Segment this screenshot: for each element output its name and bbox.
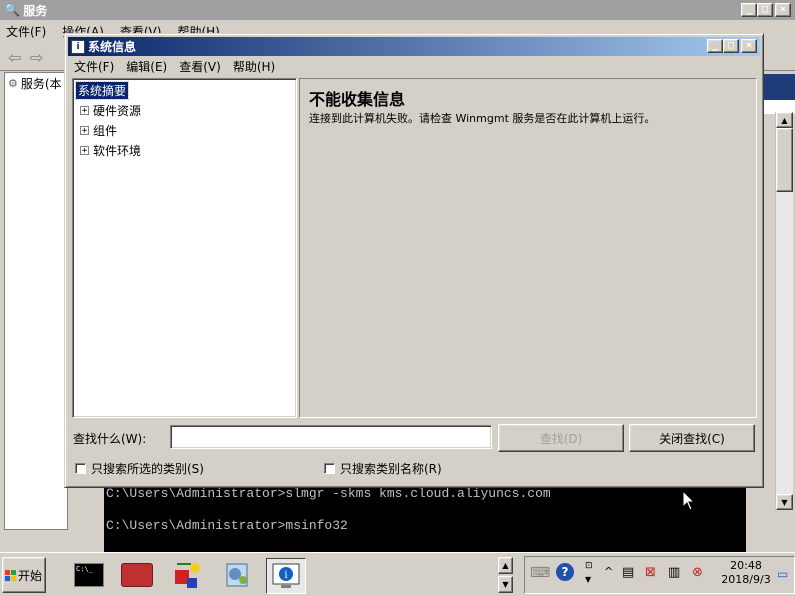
close-find-button[interactable]: 关闭查找(C) [629,424,755,452]
scroll-down-arrow-icon[interactable]: ▼ [776,494,793,510]
find-button[interactable]: 查找(D) [498,424,624,452]
taskbar-scroll-up-icon[interactable]: ▲ [498,557,513,574]
system-info-window: i 系统信息 _ □ × 文件(F) 编辑(E) 查看(V) 帮助(H) 系统摘… [64,33,764,488]
system-info-menu-bar: 文件(F) 编辑(E) 查看(V) 帮助(H) [68,56,760,76]
scroll-thumb[interactable] [776,128,793,192]
console-line: C:\Users\Administrator>slmgr -skms kms.c… [106,486,551,501]
detail-pane: 不能收集信息 连接到此计算机失败。请检查 Winmgmt 服务是否在此计算机上运… [299,78,757,418]
show-desktop-icon[interactable]: ▭ [777,567,788,581]
start-label: 开始 [18,568,43,583]
clock-date: 2018/9/3 [721,573,771,586]
detail-message: 连接到此计算机失败。请检查 Winmgmt 服务是否在此计算机上运行。 [309,112,656,125]
svg-text:i: i [284,570,287,581]
taskbar-services-button[interactable] [218,558,256,592]
services-menu-file[interactable]: 文件(F) [6,23,46,40]
tray-app-icon[interactable]: ▤ [622,565,634,580]
system-info-maximize-button[interactable]: □ [723,39,739,53]
services-close-button[interactable]: × [775,3,791,17]
toolbox-icon [121,563,153,587]
ime-dropdown-icon[interactable]: ▼ [585,575,591,584]
search-selected-category-label: 只搜索所选的类别(S) [91,462,204,476]
clock-time: 20:48 [730,559,762,572]
services-tree-item[interactable]: 服务(本 [21,75,62,92]
system-info-close-button[interactable]: × [741,39,757,53]
taskbar-app-button[interactable] [168,558,206,592]
clock[interactable]: 20:48 2018/9/3 [718,559,774,587]
services-tree-pane: ⚙ 服务(本 [4,72,68,530]
menu-file[interactable]: 文件(F) [68,58,120,75]
expand-plus-icon[interactable]: + [80,145,89,155]
tree-item-label: 软件环境 [93,143,142,158]
keyboard-icon[interactable]: ⌨ [530,565,550,581]
tree-item-label: 硬件资源 [93,103,142,118]
system-info-icon: i [71,39,85,54]
shapes-icon [175,563,200,588]
tree-item-label: 组件 [93,123,118,138]
system-info-title: 系统信息 [88,40,137,54]
expand-plus-icon[interactable]: + [80,125,89,135]
services-window-title: 服务 [23,3,48,18]
network-icon[interactable]: ▥ [668,565,680,580]
category-tree[interactable]: 系统摘要 + 硬件资源 + 组件 + 软件环境 [72,78,297,418]
search-selected-category-checkbox[interactable] [75,463,86,474]
back-arrow-icon[interactable]: ⇦ [8,48,21,67]
services-list-header [763,74,795,100]
menu-help[interactable]: 帮助(H) [227,58,281,75]
windows-logo-icon [5,569,16,581]
search-selected-category-option[interactable]: 只搜索所选的类别(S) [75,460,204,477]
console-line: C:\Users\Administrator>msinfo32 [106,518,348,533]
tree-item-system-summary[interactable]: 系统摘要 [74,80,130,100]
scroll-up-arrow-icon[interactable]: ▲ [776,112,793,128]
system-info-minimize-button[interactable]: _ [707,39,723,53]
start-button[interactable]: 开始 [2,557,46,593]
services-maximize-button[interactable]: □ [757,3,773,17]
system-info-title-bar[interactable]: i 系统信息 _ □ × [68,37,760,56]
system-info-monitor-icon: i [272,563,300,588]
taskbar-system-info-button[interactable]: i [266,558,306,594]
detail-heading: 不能收集信息 [309,90,406,109]
volume-muted-icon[interactable]: ⊗ [692,565,703,580]
console-output[interactable]: C:\Users\Administrator>slmgr -skms kms.c… [104,486,746,552]
tree-item-software-environment[interactable]: + 软件环境 [80,141,141,159]
tray-expand-icon[interactable]: ^ [604,565,613,578]
menu-view[interactable]: 查看(V) [173,58,227,75]
search-category-names-option[interactable]: 只搜索类别名称(R) [324,460,442,477]
forward-arrow-icon[interactable]: ⇨ [30,48,43,67]
taskbar-server-manager-button[interactable] [118,558,156,592]
ime-icon[interactable]: ⊡ [585,561,593,571]
taskbar: 开始 C:\_ i ▲ ▼ ⌨ ? ⊡ ▼ ^ ▤ ⊠ ▥ ⊗ 20:48 20… [0,552,795,596]
tree-item-components[interactable]: + 组件 [80,121,117,139]
menu-edit[interactable]: 编辑(E) [120,58,173,75]
command-prompt-icon: C:\_ [74,563,104,587]
services-title-bar[interactable]: 🔍 服务 _ □ × [0,0,795,20]
gears-icon [226,563,248,587]
taskbar-scroll-down-icon[interactable]: ▼ [498,576,513,593]
services-minimize-button[interactable]: _ [741,3,757,17]
expand-plus-icon[interactable]: + [80,105,89,115]
help-icon[interactable]: ? [556,563,574,581]
security-alert-icon[interactable]: ⊠ [645,565,656,580]
gear-icon: ⚙ [8,77,18,90]
mouse-cursor-icon [683,491,695,511]
services-scrollbar[interactable]: ▲ ▼ [775,112,793,510]
search-category-names-checkbox[interactable] [324,463,335,474]
services-window-icon: 🔍 [4,2,21,18]
search-category-names-label: 只搜索类别名称(R) [340,462,442,476]
find-input[interactable] [170,425,492,449]
taskbar-cmd-button[interactable]: C:\_ [70,558,108,592]
tree-item-hardware[interactable]: + 硬件资源 [80,101,141,119]
find-label: 查找什么(W): [73,432,147,446]
